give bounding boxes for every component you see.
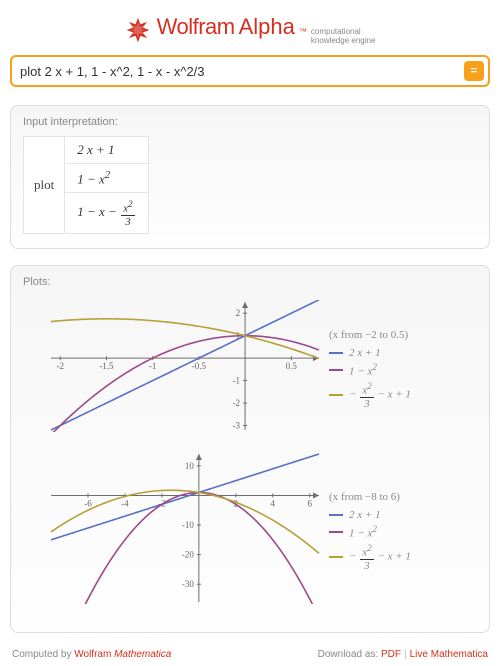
interp-row: 1 − x − x23 xyxy=(65,193,147,233)
footer-right: Download as: PDF|Live Mathematica xyxy=(318,649,488,660)
input-interpretation-card: Input interpretation: plot 2 x + 1 1 − x… xyxy=(10,105,490,249)
plots-card: Plots: -2-1.5-1-0.50.5-3-2-112 (x from −… xyxy=(10,265,490,633)
svg-text:-3: -3 xyxy=(233,420,241,430)
svg-text:-10: -10 xyxy=(182,520,194,530)
wolfram-logo-icon xyxy=(125,17,151,43)
svg-text:-2: -2 xyxy=(233,398,241,408)
interp-keyword: plot xyxy=(24,137,65,233)
svg-text:-1: -1 xyxy=(233,376,241,386)
footer-left: Computed by Wolfram Mathematica xyxy=(12,649,171,660)
plot-2-legend: (x from −8 to 6) 2 x + 1 1 − x2 − x23 − … xyxy=(329,491,411,575)
footer: Computed by Wolfram Mathematica Download… xyxy=(10,649,490,660)
legend-range: (x from −2 to 0.5) xyxy=(329,329,411,341)
brand-alpha: Alpha xyxy=(239,14,295,40)
svg-text:-4: -4 xyxy=(121,498,129,508)
svg-text:-1: -1 xyxy=(149,361,157,371)
brand-tagline: computationalknowledge engine xyxy=(311,27,376,45)
legend-item: 1 − x2 xyxy=(329,362,411,378)
interpretation-table: plot 2 x + 1 1 − x2 1 − x − x23 xyxy=(23,136,149,234)
legend-item: 2 x + 1 xyxy=(329,347,411,359)
download-pdf-link[interactable]: PDF xyxy=(381,649,401,660)
card-title: Input interpretation: xyxy=(23,116,477,128)
svg-text:6: 6 xyxy=(308,498,313,508)
interp-row: 2 x + 1 xyxy=(65,137,147,164)
plot-2: -6-4-2246-30-20-1010 xyxy=(23,448,323,618)
compute-button[interactable]: = xyxy=(464,61,484,81)
svg-text:-20: -20 xyxy=(182,550,194,560)
svg-text:-1.5: -1.5 xyxy=(99,361,114,371)
svg-text:10: 10 xyxy=(185,461,195,471)
legend-item: − x23 − x + 1 xyxy=(329,380,411,410)
svg-text:4: 4 xyxy=(271,498,276,508)
plot-row-2: -6-4-2246-30-20-1010 (x from −8 to 6) 2 … xyxy=(23,448,477,618)
plot-1-legend: (x from −2 to 0.5) 2 x + 1 1 − x2 − x23 … xyxy=(329,329,411,413)
legend-item: 1 − x2 xyxy=(329,524,411,540)
svg-text:-0.5: -0.5 xyxy=(192,361,207,371)
svg-text:0.5: 0.5 xyxy=(286,361,298,371)
header: WolframAlpha ™ computationalknowledge eng… xyxy=(10,8,490,55)
legend-item: − x23 − x + 1 xyxy=(329,542,411,572)
card-title: Plots: xyxy=(23,276,477,288)
download-live-link[interactable]: Live Mathematica xyxy=(410,649,488,660)
svg-text:-30: -30 xyxy=(182,579,194,589)
brand-wolfram: Wolfram xyxy=(157,14,235,40)
legend-item: 2 x + 1 xyxy=(329,509,411,521)
search-bar[interactable]: = xyxy=(10,55,490,87)
plot-1: -2-1.5-1-0.50.5-3-2-112 xyxy=(23,296,323,446)
brand-tm: ™ xyxy=(299,27,307,36)
search-input[interactable] xyxy=(20,64,464,79)
svg-text:-2: -2 xyxy=(56,361,64,371)
plot-row-1: -2-1.5-1-0.50.5-3-2-112 (x from −2 to 0.… xyxy=(23,296,477,446)
svg-text:2: 2 xyxy=(236,308,241,318)
interp-row: 1 − x2 xyxy=(65,164,147,193)
legend-range: (x from −8 to 6) xyxy=(329,491,411,503)
svg-text:-6: -6 xyxy=(84,498,92,508)
